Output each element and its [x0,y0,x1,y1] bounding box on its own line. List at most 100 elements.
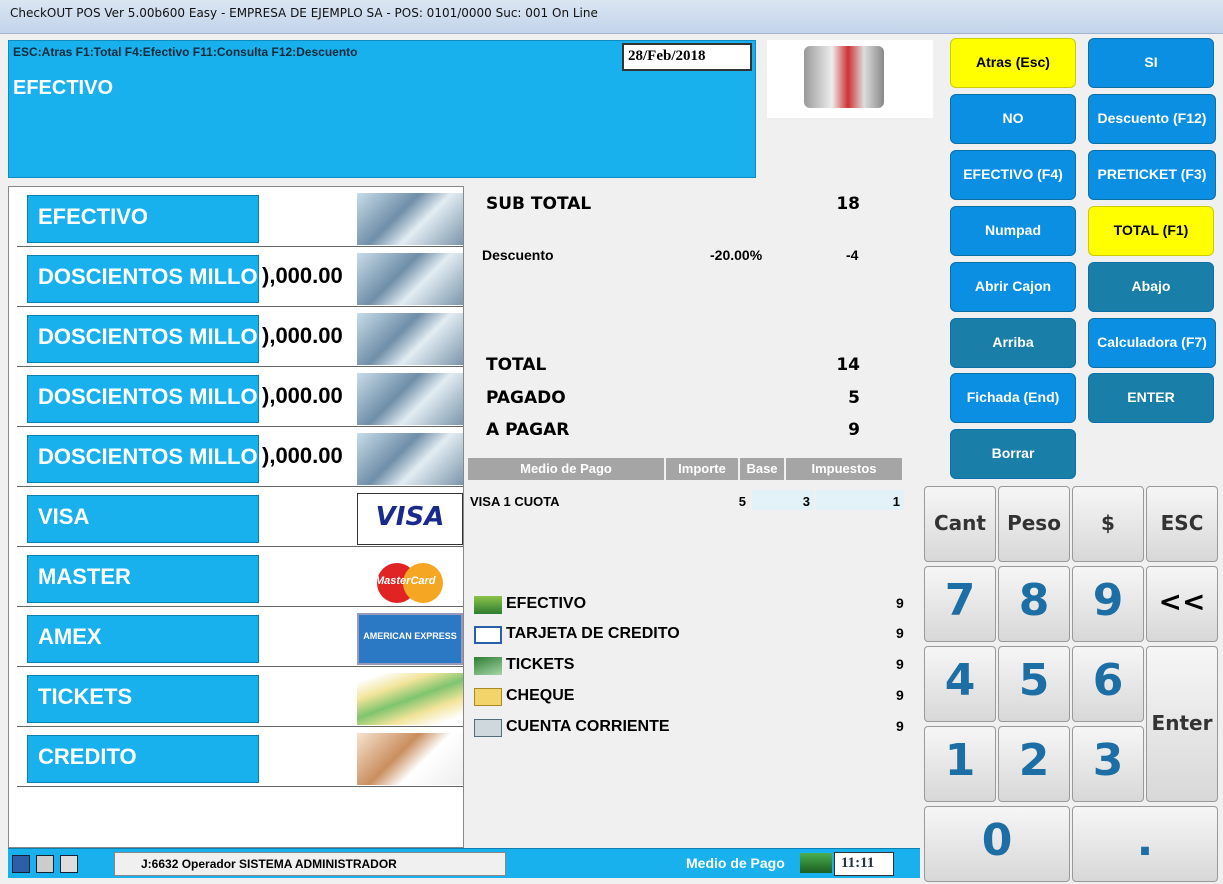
key-label: $ [1101,511,1115,535]
pos-window: CheckOUT POS Ver 5.00b600 Easy - EMPRESA… [0,0,1223,884]
payment-button-doscientos[interactable]: DOSCIENTOS MILLONES [27,315,259,363]
money-icon [357,433,463,485]
column-header: Base [740,458,784,480]
apagar-value: 9 [848,420,860,440]
key-6[interactable]: 6 [1072,646,1144,722]
payment-row: TICKETS [17,669,463,727]
payment-button-doscientos[interactable]: DOSCIENTOS MILLONES [27,255,259,303]
key-digit: 6 [1092,655,1124,706]
payment-button-doscientos[interactable]: DOSCIENTOS MILLONES [27,375,259,423]
medio-item[interactable]: CUENTA CORRIENTE 9 [472,717,912,741]
si-button[interactable]: SI [1088,38,1214,88]
medio-de-pago-label: Medio de Pago [686,855,785,871]
subtotal-value: 18 [836,194,860,214]
status-icons [12,853,112,875]
total-label: TOTAL [486,355,547,375]
efectivo-button[interactable]: EFECTIVO (F4) [950,150,1076,200]
key-dot[interactable]: . [1072,806,1218,882]
payment-amount: ),000.00 [262,263,343,288]
medio-item[interactable]: TARJETA DE CREDITO 9 [472,624,912,648]
key-digit: 8 [1018,575,1050,626]
payment-button-doscientos[interactable]: DOSCIENTOS MILLONES [27,435,259,483]
enter-button[interactable]: ENTER [1088,373,1214,423]
tickets-image-icon [357,673,463,725]
payment-button-credito[interactable]: CREDITO [27,735,259,783]
column-header: Medio de Pago [468,458,664,480]
no-button[interactable]: NO [950,94,1076,144]
key-enter[interactable]: Enter [1146,646,1218,802]
key-1[interactable]: 1 [924,726,996,802]
medio-label: CHEQUE [506,687,575,704]
printer-icon[interactable] [36,855,54,873]
abajo-button[interactable]: Abajo [1088,262,1214,312]
medio-label: CUENTA CORRIENTE [506,718,670,735]
key-cant[interactable]: Cant [924,486,996,562]
pagado-value: 5 [848,388,860,408]
key-5[interactable]: 5 [998,646,1070,722]
key-peso[interactable]: Peso [998,486,1070,562]
key-7[interactable]: 7 [924,566,996,642]
payment-row: MASTER MasterCard [17,549,463,607]
payment-amount: ),000.00 [262,443,343,468]
descuento-percent: -20.00% [710,247,763,263]
folder-icon [474,688,502,706]
pagado-label: PAGADO [486,388,566,408]
key-4[interactable]: 4 [924,646,996,722]
payment-button-master[interactable]: MASTER [27,555,259,603]
payment-button-tickets[interactable]: TICKETS [27,675,259,723]
cash-register-icon[interactable] [60,855,78,873]
key-digit: 4 [944,655,976,706]
borrar-button[interactable]: Borrar [950,429,1076,479]
arriba-button[interactable]: Arriba [950,318,1076,368]
key-backspace[interactable]: << [1146,566,1218,642]
descuento-button[interactable]: Descuento (F12) [1088,94,1216,144]
total-button[interactable]: TOTAL (F1) [1088,206,1214,256]
visa-logo-icon: VISA [357,493,463,545]
payment-row: DOSCIENTOS MILLONES ),000.00 [17,429,463,487]
key-9[interactable]: 9 [1072,566,1144,642]
numpad-button[interactable]: Numpad [950,206,1076,256]
key-3[interactable]: 3 [1072,726,1144,802]
medio-item[interactable]: TICKETS 9 [472,655,912,679]
calculadora-button[interactable]: Calculadora (F7) [1088,318,1216,368]
payment-amount: ),000.00 [262,323,343,348]
key-8[interactable]: 8 [998,566,1070,642]
cash-icon [474,596,502,614]
payment-methods-list: EFECTIVO DOSCIENTOS MILLONES ),000.00 DO… [8,186,464,848]
medio-label: TICKETS [506,656,575,673]
preticket-button[interactable]: PRETICKET (F3) [1088,150,1216,200]
payment-row: DOSCIENTOS MILLONES ),000.00 [17,369,463,427]
operator-info: J:6632 Operador SISTEMA ADMINISTRADOR [114,852,506,876]
tickets-icon [474,657,502,675]
payment-button-visa[interactable]: VISA [27,495,259,543]
medio-value: 9 [896,718,904,734]
fichada-button[interactable]: Fichada (End) [950,373,1076,423]
apagar-label: A PAGAR [486,420,570,440]
payment-row: DOSCIENTOS MILLONES ),000.00 [17,249,463,307]
total-value: 14 [836,355,860,375]
atras-button[interactable]: Atras (Esc) [950,38,1076,88]
key-dollar[interactable]: $ [1072,486,1144,562]
payment-amount: ),000.00 [262,383,343,408]
payments-table-header: Medio de Pago Importe Base Impuestos [468,458,902,480]
key-digit: 1 [944,735,976,786]
key-2[interactable]: 2 [998,726,1070,802]
table-cell: 1 [816,490,904,510]
key-label: << [1158,585,1206,618]
database-icon[interactable] [12,855,30,873]
medio-value: 9 [896,656,904,672]
medio-item[interactable]: CHEQUE 9 [472,686,912,710]
descuento-label: Descuento [482,247,554,263]
key-label: Peso [1007,511,1061,535]
key-digit: 9 [1092,575,1124,626]
payment-button-amex[interactable]: AMEX [27,615,259,663]
medio-item[interactable]: EFECTIVO 9 [472,594,912,618]
key-label: Cant [934,511,986,535]
payment-button-efectivo[interactable]: EFECTIVO [27,195,259,243]
key-esc[interactable]: ESC [1146,486,1218,562]
current-mode: EFECTIVO [13,77,114,99]
abrir-cajon-button[interactable]: Abrir Cajon [950,262,1076,312]
key-0[interactable]: 0 [924,806,1070,882]
payment-row: AMEX AMERICAN EXPRESS [17,609,463,667]
subtotal-label: SUB TOTAL [486,194,592,214]
